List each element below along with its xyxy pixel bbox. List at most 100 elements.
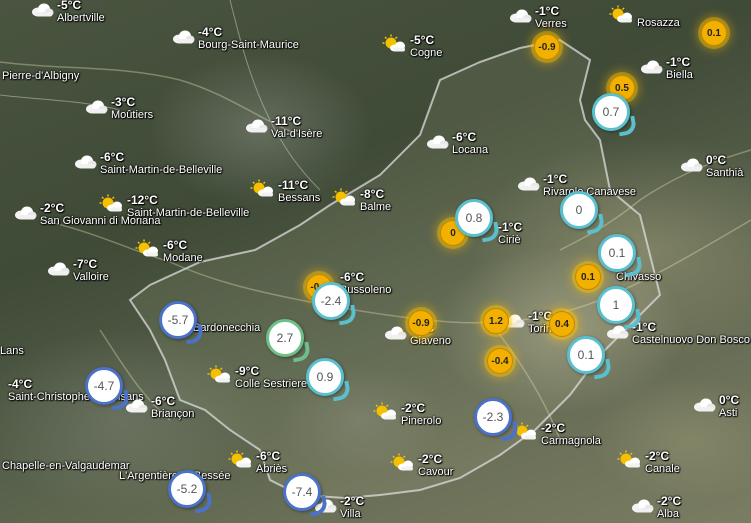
cloudy-icon	[170, 26, 196, 51]
city-name: Albertville	[57, 12, 105, 24]
cloudy-icon	[638, 56, 664, 81]
partly-sunny-icon	[390, 453, 416, 478]
precipitation-marker[interactable]: 0.9	[306, 358, 344, 396]
cloudy-icon	[382, 322, 408, 347]
city-temperature: -11°C	[271, 114, 302, 128]
city-temperature: -9°C	[235, 364, 260, 378]
precipitation-marker[interactable]: 0.7	[592, 93, 630, 131]
cloudy-icon	[424, 131, 450, 156]
city-temperature: -1°C	[632, 320, 657, 334]
city-label-saint-martin-de-belleville[interactable]: -12°C Saint-Martin-de-Belleville	[127, 194, 249, 220]
precipitation-marker[interactable]: 0.8	[455, 199, 493, 237]
precipitation-marker[interactable]: -7.4	[283, 473, 321, 511]
city-label-chivasso[interactable]: Chivasso	[616, 271, 661, 284]
precipitation-marker[interactable]: -2.4	[312, 282, 350, 320]
city-name: Pinerolo	[401, 415, 442, 427]
city-label-saint-martin-de-belleville[interactable]: -6°C Saint-Martin-de-Belleville	[100, 151, 222, 177]
city-label-chapelle-en-valgaudemar[interactable]: Chapelle-en-Valgaudemar	[2, 460, 130, 473]
city-label-canale[interactable]: -2°C Canale	[645, 450, 680, 476]
city-label-bardonecchia[interactable]: Bardonecchia	[193, 322, 260, 335]
city-name: Locana	[452, 144, 489, 156]
city-label-brian-on[interactable]: -6°C Briançon	[151, 395, 194, 421]
city-label-bessans[interactable]: -11°C Bessans	[278, 179, 320, 205]
city-label-bourg-saint-maurice[interactable]: -4°C Bourg-Saint-Maurice	[198, 26, 299, 52]
city-name: Cavour	[418, 466, 454, 478]
city-label-balme[interactable]: -8°C Balme	[360, 188, 391, 214]
city-label-verres[interactable]: -1°C Verres	[535, 5, 567, 31]
city-name: Briançon	[151, 408, 195, 420]
city-label-castelnuovo-don-bosco[interactable]: -1°C Castelnuovo Don Bosco	[632, 321, 750, 347]
partly-sunny-icon	[332, 188, 358, 213]
partly-sunny-icon	[250, 179, 276, 204]
city-temperature: 0°C	[719, 393, 740, 407]
partly-sunny-icon	[373, 402, 399, 427]
city-temperature: -2°C	[418, 452, 443, 466]
partly-sunny-icon	[228, 450, 254, 475]
city-label-santhi[interactable]: 0°C Santhià	[706, 154, 743, 180]
precipitation-marker[interactable]: 2.7	[266, 319, 304, 357]
city-name: Giaveno	[410, 335, 451, 347]
sunshine-marker[interactable]: 0.1	[701, 20, 727, 46]
city-temperature: -6°C	[100, 150, 125, 164]
precipitation-marker[interactable]: 0.1	[567, 336, 605, 374]
city-label-abri-s[interactable]: -6°C Abriès	[256, 450, 287, 476]
city-label-locana[interactable]: -6°C Locana	[452, 131, 488, 157]
city-temperature: -2°C	[541, 421, 566, 435]
city-name: Balme	[360, 201, 392, 213]
city-label-albertville[interactable]: -5°C Albertville	[57, 0, 105, 25]
city-label-valloire[interactable]: -7°C Valloire	[73, 258, 109, 284]
city-label-pierre-d-albigny[interactable]: Pierre-d'Albigny	[2, 70, 79, 83]
city-temperature: 0°C	[706, 153, 727, 167]
city-label-val-d-is-re[interactable]: -11°C Val-d'Isère	[271, 115, 322, 141]
city-label-pinerolo[interactable]: -2°C Pinerolo	[401, 402, 441, 428]
city-label-cogne[interactable]: -5°C Cogne	[410, 34, 442, 60]
cloudy-icon	[83, 96, 109, 121]
city-label-alba[interactable]: -2°C Alba	[657, 495, 681, 521]
city-label-asti[interactable]: 0°C Asti	[719, 394, 739, 420]
city-label-modane[interactable]: -6°C Modane	[163, 239, 203, 265]
precipitation-marker[interactable]: -4.7	[85, 367, 123, 405]
sunshine-marker[interactable]: -0.9	[408, 310, 434, 336]
city-name: Rosazza	[637, 17, 680, 29]
city-name: Colle Sestriere	[235, 378, 308, 390]
city-name: Cogne	[410, 47, 443, 59]
city-name: Villa	[340, 508, 361, 520]
city-temperature: -6°C	[163, 238, 188, 252]
city-label-mo-tiers[interactable]: -3°C Moûtiers	[111, 96, 153, 122]
cloudy-icon	[515, 173, 541, 198]
city-label-cavour[interactable]: -2°C Cavour	[418, 453, 453, 479]
city-temperature: -6°C	[256, 449, 281, 463]
sunshine-marker[interactable]: 0.4	[549, 311, 575, 337]
precipitation-marker[interactable]: 1	[597, 286, 635, 324]
precipitation-marker[interactable]: 0.1	[598, 234, 636, 272]
city-label-colle-sestriere[interactable]: -9°C Colle Sestriere	[235, 365, 307, 391]
city-name: Chivasso	[616, 271, 662, 283]
sunshine-marker[interactable]: -0.9	[534, 34, 560, 60]
city-label-rosazza[interactable]: Rosazza	[637, 17, 680, 30]
city-temperature: -1°C	[498, 220, 523, 234]
city-label-carmagnola[interactable]: -2°C Carmagnola	[541, 422, 601, 448]
city-name: Bardonecchia	[193, 322, 261, 334]
city-temperature: -1°C	[666, 55, 691, 69]
city-name: Saint-Martin-de-Belleville	[127, 207, 250, 219]
city-label-biella[interactable]: -1°C Biella	[666, 56, 693, 82]
sunshine-marker[interactable]: 1.2	[483, 308, 509, 334]
city-temperature: -6°C	[151, 394, 176, 408]
precipitation-marker[interactable]: -5.2	[168, 470, 206, 508]
sunshine-marker[interactable]: 0.1	[575, 264, 601, 290]
cloudy-icon	[72, 151, 98, 176]
city-name: Modane	[163, 252, 203, 264]
city-name: Ciriè	[498, 234, 521, 246]
city-label-lans[interactable]: Lans	[0, 345, 24, 358]
precipitation-marker[interactable]: -2.3	[474, 398, 512, 436]
cloudy-icon	[678, 154, 704, 179]
precipitation-marker[interactable]: 0	[560, 191, 598, 229]
city-label-villa[interactable]: -2°C Villa	[340, 495, 364, 521]
city-name: Saint-Martin-de-Belleville	[100, 164, 223, 176]
precipitation-marker[interactable]: -5.7	[159, 301, 197, 339]
city-label-ciri[interactable]: -1°C Ciriè	[498, 221, 522, 247]
weather-map[interactable]: -5°C Albertville -4°C Bourg-Saint-Maurice -5…	[0, 0, 751, 523]
sunshine-marker[interactable]: -0.4	[487, 348, 513, 374]
city-name: Abriès	[256, 463, 288, 475]
city-temperature: -2°C	[645, 449, 670, 463]
